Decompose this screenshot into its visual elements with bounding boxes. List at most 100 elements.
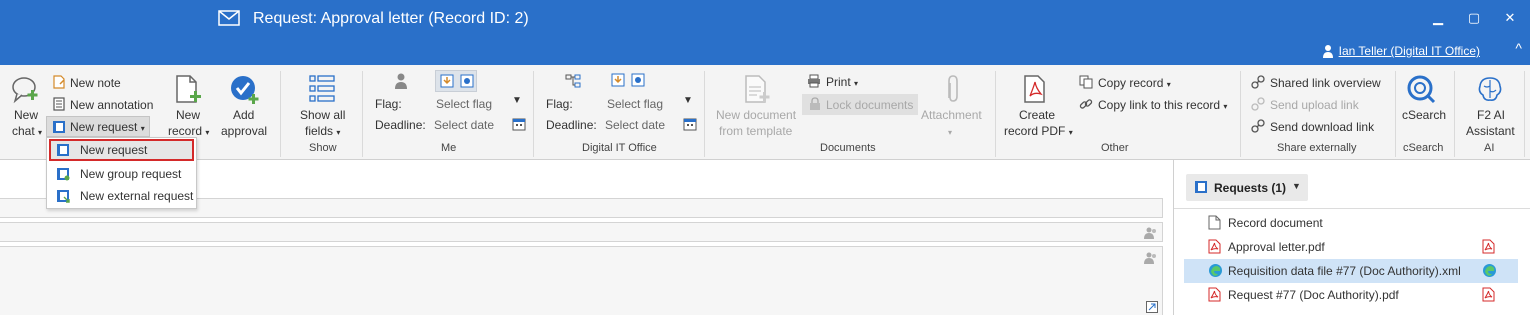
dropdown-item-label: New group request (80, 167, 182, 181)
requests-panel-title: Requests (1) (1214, 181, 1287, 195)
me-flag-select[interactable]: Select flag (436, 97, 492, 111)
pdf-icon (1208, 239, 1221, 254)
office-flag-label: Flag: (546, 97, 573, 111)
me-deadline-select[interactable]: Select date (434, 118, 494, 132)
csearch-label: cSearch (1402, 108, 1447, 122)
dropdown-item-label: New external request (80, 189, 194, 203)
create-record-pdf-label-1: Create (1019, 108, 1056, 122)
file-name: Requisition data file #77 (Doc Authority… (1228, 264, 1461, 278)
new-chat-label-2: chat ▾ (12, 124, 43, 138)
group-separator (1454, 71, 1455, 157)
request-icon (1195, 181, 1207, 193)
documents-group-label: Documents (820, 142, 876, 154)
edge-browser-icon (1209, 264, 1222, 277)
dropdown-item-new-request[interactable]: New request (49, 139, 194, 161)
paperclip-icon (948, 75, 958, 102)
me-group-label: Me (441, 142, 457, 154)
lock-documents-label: Lock documents (826, 98, 914, 112)
document-icon (1208, 215, 1221, 230)
new-request-label: New request ▾ (70, 120, 145, 134)
attachment-label: Attachment (921, 108, 982, 122)
close-button[interactable]: ✕ (1500, 8, 1520, 28)
record-field-bar[interactable] (0, 222, 1163, 242)
csearch-group-label: cSearch (1403, 142, 1444, 154)
pdf-icon[interactable] (1482, 287, 1495, 302)
new-request-button[interactable]: New request ▾ (46, 116, 150, 137)
new-document-label-2: from template (719, 124, 793, 138)
show-all-fields-label-1: Show all (300, 108, 346, 122)
printer-icon (808, 74, 820, 88)
calendar-flag-icon (631, 73, 645, 87)
office-flag-caret-icon[interactable]: ▼ (683, 95, 693, 106)
new-request-dropdown-menu: New request New group request New extern… (46, 137, 197, 209)
edge-browser-icon[interactable] (1482, 263, 1497, 278)
user-icon (1323, 45, 1333, 58)
me-flag-label: Flag: (375, 97, 402, 111)
me-deadline-label: Deadline: (375, 118, 426, 132)
office-deadline-label: Deadline: (546, 118, 597, 132)
chat-bubble-icon (12, 77, 38, 104)
show-group-label: Show (309, 142, 337, 154)
new-chat-label-1: New (14, 108, 39, 122)
file-name: Approval letter.pdf (1228, 240, 1325, 254)
file-name: Request #77 (Doc Authority).pdf (1228, 288, 1399, 302)
me-flag-icon-button[interactable] (435, 70, 477, 92)
group-separator (704, 71, 705, 157)
file-row-requisition-data[interactable]: Requisition data file #77 (Doc Authority… (1184, 259, 1518, 283)
share-externally-group-label: Share externally (1277, 142, 1357, 154)
file-row-record-document[interactable]: Record document (1184, 211, 1518, 235)
me-calendar-icon[interactable] (512, 117, 526, 131)
note-icon (53, 75, 65, 89)
file-row-approval-letter[interactable]: Approval letter.pdf (1184, 235, 1518, 259)
document-template-icon (745, 75, 770, 103)
ai-label-2: Assistant (1466, 124, 1515, 138)
pdf-icon[interactable] (1482, 239, 1495, 254)
chevron-down-icon: ▼ (1292, 181, 1301, 191)
dropdown-item-new-external-request[interactable]: New external request (49, 185, 194, 207)
download-flag-icon (611, 73, 625, 87)
office-flag-select[interactable]: Select flag (607, 97, 663, 111)
group-separator (280, 71, 281, 157)
copy-link-label: Copy link to this record ▾ (1098, 98, 1228, 112)
people-icon[interactable] (1144, 252, 1158, 264)
approval-check-icon (231, 76, 259, 104)
requests-panel-header[interactable]: Requests (1) ▼ (1186, 174, 1308, 201)
external-request-icon (57, 190, 70, 203)
attachment-caret-icon: ▾ (948, 128, 953, 137)
group-request-icon (57, 168, 70, 181)
ai-brain-icon (1478, 77, 1502, 101)
minimize-button[interactable]: ▁ (1428, 8, 1448, 28)
title-bar: Request: Approval letter (Record ID: 2) … (0, 0, 1530, 65)
office-deadline-select[interactable]: Select date (605, 118, 665, 132)
office-calendar-icon[interactable] (683, 117, 697, 131)
csearch-icon (1407, 75, 1436, 104)
people-icon[interactable] (1144, 227, 1158, 239)
shared-link-overview-label: Shared link overview (1270, 76, 1381, 90)
group-separator (1240, 71, 1241, 157)
show-all-fields-label-2: fields ▾ (305, 124, 341, 138)
add-approval-label-1: Add (233, 108, 255, 122)
download-flag-icon (440, 74, 454, 88)
new-note-label: New note (70, 76, 121, 90)
envelope-icon (218, 10, 240, 26)
lock-documents-button[interactable]: Lock documents (802, 94, 918, 115)
user-link[interactable]: Ian Teller (Digital IT Office) (1339, 44, 1480, 58)
collapse-ribbon-button[interactable]: ^ (1515, 40, 1522, 56)
copy-icon (1079, 75, 1093, 89)
org-chart-icon (565, 74, 581, 88)
group-separator (1395, 71, 1396, 157)
file-row-request-77[interactable]: Request #77 (Doc Authority).pdf (1184, 283, 1518, 307)
person-icon (395, 73, 407, 89)
new-document-label-1: New document (716, 108, 797, 122)
me-flag-caret-icon[interactable]: ▼ (512, 95, 522, 106)
office-flag-icons[interactable] (607, 70, 649, 92)
group-separator (533, 71, 534, 157)
dropdown-item-new-group-request[interactable]: New group request (49, 163, 194, 185)
maximize-button[interactable]: ▢ (1464, 8, 1484, 28)
add-approval-label-2: approval (221, 124, 268, 138)
record-text-area[interactable] (0, 246, 1163, 315)
download-link-icon (1251, 119, 1265, 133)
new-record-label-1: New (176, 108, 201, 122)
file-name: Record document (1228, 216, 1323, 230)
expand-icon[interactable] (1146, 301, 1158, 313)
